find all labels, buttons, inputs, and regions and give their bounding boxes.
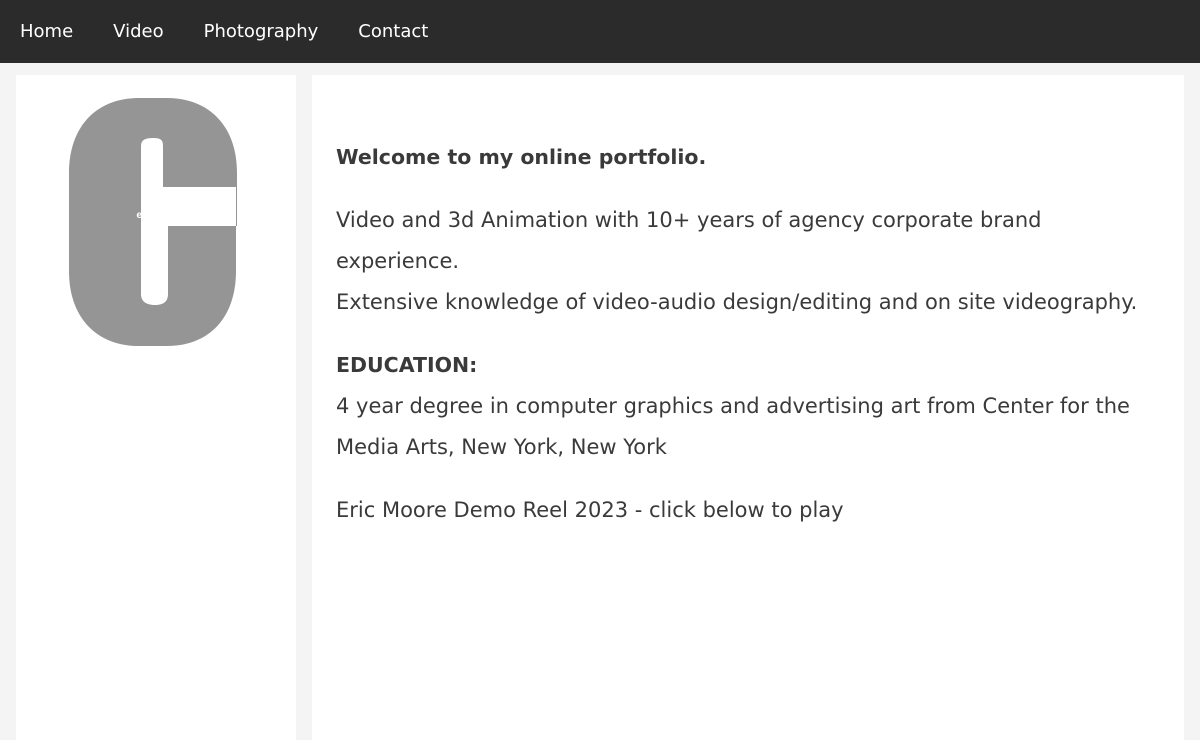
nav-list: Home Video Photography Contact (0, 0, 1200, 63)
education-section: EDUCATION: 4 year degree in computer gra… (336, 345, 1166, 468)
education-text: 4 year degree in computer graphics and a… (336, 394, 1130, 459)
main-content: Welcome to my online portfolio. Video an… (312, 75, 1184, 740)
logo-text: eric moore portfolio (136, 209, 235, 221)
content-body: Welcome to my online portfolio. Video an… (336, 137, 1166, 553)
nav-item-home[interactable]: Home (0, 21, 93, 42)
intro-line-1: Video and 3d Animation with 10+ years of… (336, 208, 1042, 273)
nav-item-photography[interactable]: Photography (184, 21, 339, 42)
intro-paragraph: Video and 3d Animation with 10+ years of… (336, 200, 1166, 323)
nav-item-contact[interactable]: Contact (338, 21, 448, 42)
intro-line-2: Extensive knowledge of video-audio desig… (336, 290, 1138, 314)
site-logo[interactable]: eric moore portfolio (69, 98, 237, 346)
demo-reel-text: Eric Moore Demo Reel 2023 - click below … (336, 498, 844, 522)
education-heading: EDUCATION: (336, 353, 478, 377)
top-navigation: Home Video Photography Contact (0, 0, 1200, 63)
welcome-heading: Welcome to my online portfolio. (336, 145, 707, 169)
nav-item-video[interactable]: Video (93, 21, 183, 42)
logo-e-icon: eric moore portfolio (69, 98, 237, 346)
sidebar: eric moore portfolio (16, 75, 296, 740)
